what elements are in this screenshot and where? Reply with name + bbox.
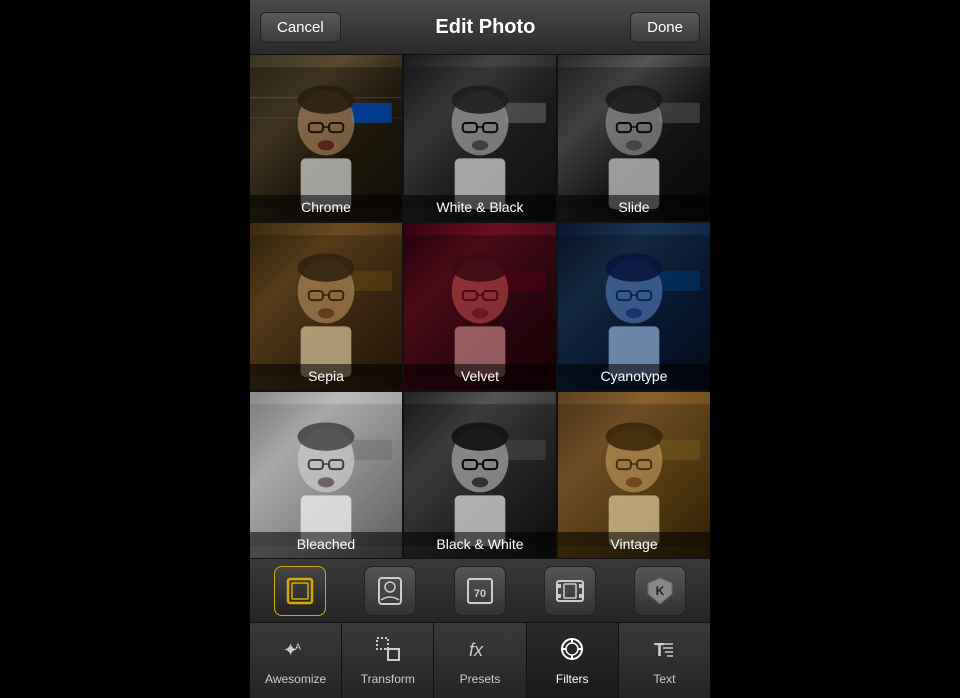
transform-icon (375, 636, 401, 668)
filter-velvet[interactable]: Velvet (404, 223, 556, 389)
nav-presets[interactable]: fx Presets (434, 623, 526, 698)
filter-chrome-label: Chrome (250, 195, 402, 221)
filter-sepia-label: Sepia (250, 364, 402, 390)
nav-filters[interactable]: Filters (527, 623, 619, 698)
text-icon: T (651, 636, 677, 668)
portrait-tool-button[interactable] (364, 566, 416, 616)
svg-text:K: K (656, 584, 665, 598)
awesomize-icon: ✦ A (283, 636, 309, 668)
transform-label: Transform (361, 672, 415, 686)
filter-slide[interactable]: Slide (558, 55, 710, 221)
filter-bleached-label: Bleached (250, 532, 402, 558)
filter-sepia[interactable]: Sepia (250, 223, 402, 389)
text-label: Text (653, 672, 675, 686)
filters-icon (559, 636, 585, 668)
filter-grid: Chrome White & Black (250, 55, 710, 558)
nav-transform[interactable]: Transform (342, 623, 434, 698)
app-container: Cancel Edit Photo Done (250, 0, 710, 698)
svg-text:A: A (295, 642, 301, 652)
page-title: Edit Photo (435, 16, 535, 39)
preset70-tool-button[interactable]: 70 (454, 566, 506, 616)
svg-text:fx: fx (469, 640, 484, 660)
frame-tool-button[interactable] (274, 566, 326, 616)
filter-vintage[interactable]: Vintage (558, 392, 710, 558)
presets-icon: fx (467, 636, 493, 668)
filter-slide-label: Slide (558, 195, 710, 221)
filter-wb-label: White & Black (404, 195, 556, 221)
filter-cyanotype[interactable]: Cyanotype (558, 223, 710, 389)
nav-awesomize[interactable]: ✦ A Awesomize (250, 623, 342, 698)
filter-velvet-label: Velvet (404, 364, 556, 390)
done-button[interactable]: Done (630, 12, 700, 43)
filter-vintage-label: Vintage (558, 532, 710, 558)
svg-text:T: T (654, 640, 665, 660)
svg-text:70: 70 (474, 588, 486, 600)
k-shield-tool-button[interactable]: K (634, 566, 686, 616)
header: Cancel Edit Photo Done (250, 0, 710, 55)
nav-text[interactable]: T Text (619, 623, 710, 698)
filter-bleached[interactable]: Bleached (250, 392, 402, 558)
filter-chrome[interactable]: Chrome (250, 55, 402, 221)
bottom-nav: ✦ A Awesomize Transform fx (250, 623, 710, 698)
filter-wb[interactable]: White & Black (404, 55, 556, 221)
filter-bw[interactable]: Black & White (404, 392, 556, 558)
filter-bw-label: Black & White (404, 532, 556, 558)
awesomize-label: Awesomize (265, 672, 326, 686)
tools-row: 70 K (250, 558, 710, 623)
filter-cyanotype-label: Cyanotype (558, 364, 710, 390)
cancel-button[interactable]: Cancel (260, 12, 341, 43)
filters-label: Filters (556, 672, 589, 686)
filmstrip-tool-button[interactable] (544, 566, 596, 616)
presets-label: Presets (460, 672, 501, 686)
